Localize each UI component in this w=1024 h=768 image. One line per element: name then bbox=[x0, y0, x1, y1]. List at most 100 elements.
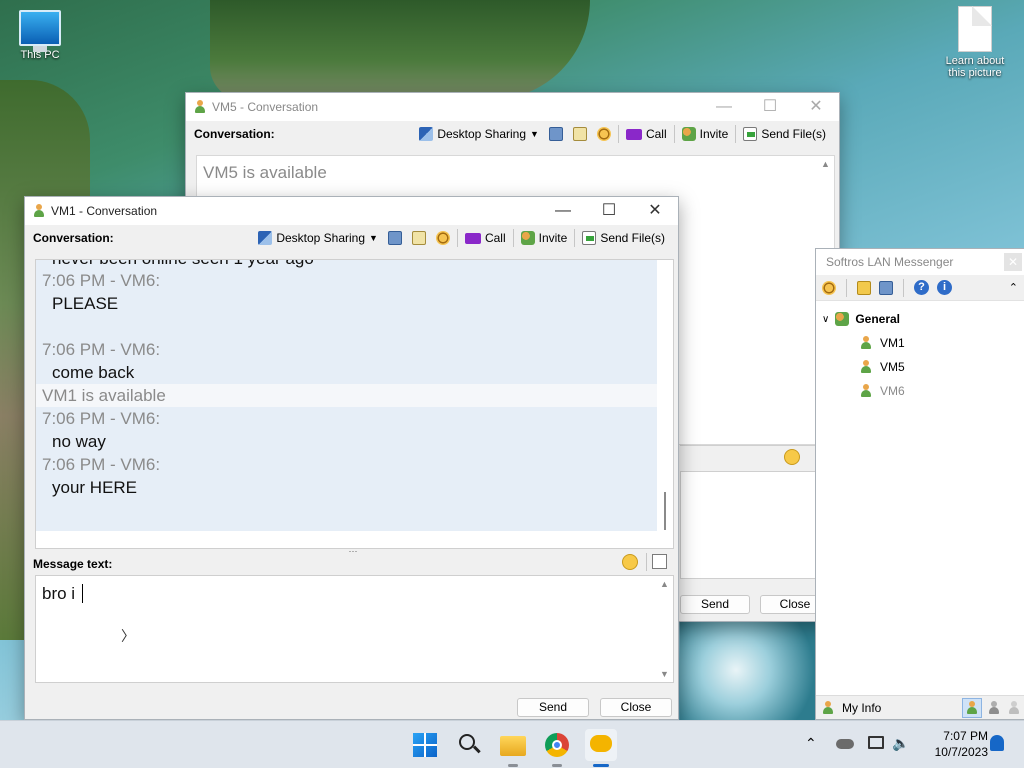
collapse-icon[interactable]: ⌃ bbox=[1009, 281, 1018, 294]
scrollbar[interactable] bbox=[657, 260, 673, 548]
toolbar-divider bbox=[673, 125, 675, 143]
volume-icon[interactable]: 🔈 bbox=[892, 735, 909, 752]
conversation-toolbar: Conversation: Desktop Sharing ▼ Call Invi… bbox=[186, 121, 839, 147]
call-button[interactable]: Call bbox=[621, 123, 672, 145]
file-icon bbox=[582, 231, 597, 245]
status-message: VM1 is available bbox=[36, 384, 659, 407]
invite-icon bbox=[520, 231, 535, 245]
history-button[interactable] bbox=[544, 123, 568, 145]
message-block: 7:06 PM - VM6: your HERE bbox=[36, 453, 659, 531]
message-input[interactable] bbox=[680, 471, 830, 579]
clock[interactable]: 7:07 PM 10/7/2023 bbox=[918, 728, 988, 760]
desktop-sharing-button[interactable]: Desktop Sharing ▼ bbox=[253, 227, 383, 249]
invite-button[interactable]: Invite bbox=[677, 123, 734, 145]
desktop-sharing-icon bbox=[419, 127, 434, 141]
maximize-button[interactable]: ☐ bbox=[586, 197, 632, 225]
conversation-history[interactable]: never been online seen 1 year ago 7:06 P… bbox=[35, 259, 674, 549]
message-block: 7:06 PM - VM6: come back bbox=[36, 338, 659, 384]
minimize-button[interactable]: — bbox=[540, 197, 586, 225]
clock-time: 7:07 PM bbox=[943, 729, 988, 743]
scroll-thumb[interactable] bbox=[664, 492, 666, 530]
my-info-button[interactable]: My Info bbox=[842, 701, 962, 715]
info-icon[interactable]: i bbox=[937, 280, 952, 295]
chevron-down-icon[interactable]: ∨ bbox=[822, 314, 829, 325]
help-icon[interactable]: ? bbox=[914, 280, 929, 295]
text-caret bbox=[81, 584, 83, 603]
gear-icon[interactable] bbox=[822, 280, 836, 295]
window-title: VM5 - Conversation bbox=[212, 100, 319, 114]
notes-button[interactable] bbox=[407, 227, 431, 249]
desktop-icon-learn-about-picture[interactable]: Learn about this picture bbox=[938, 6, 1012, 79]
notes-button[interactable] bbox=[568, 123, 592, 145]
contact-vm1[interactable]: VM1 bbox=[816, 331, 1024, 355]
desktop-sharing-button[interactable]: Desktop Sharing ▼ bbox=[414, 123, 544, 145]
chevron-down-icon: ▼ bbox=[369, 233, 378, 243]
message-input-text[interactable]: bro i bbox=[42, 584, 83, 604]
send-button[interactable]: Send bbox=[517, 698, 589, 717]
splitter-grip[interactable]: ⋯ bbox=[345, 547, 361, 556]
softros-messenger-button[interactable] bbox=[585, 729, 617, 767]
scroll-up-arrow[interactable]: ▲ bbox=[821, 159, 830, 169]
send-files-button[interactable]: Send File(s) bbox=[738, 123, 831, 145]
message-area-strip bbox=[680, 445, 830, 469]
status-offline-icon[interactable] bbox=[1004, 698, 1024, 718]
user-icon bbox=[1008, 700, 1020, 715]
message-text: never been online seen 1 year ago bbox=[36, 260, 659, 269]
contact-label: VM5 bbox=[880, 360, 905, 374]
status-available-icon[interactable] bbox=[962, 697, 982, 718]
contact-vm5[interactable]: VM5 bbox=[816, 355, 1024, 379]
contact-label: VM1 bbox=[880, 336, 905, 350]
message-text-label: Message text: bbox=[33, 557, 113, 571]
title-bar: VM1 - Conversation — ☐ ✕ bbox=[25, 197, 678, 225]
smiley-icon[interactable] bbox=[784, 449, 800, 465]
wallpaper-waves bbox=[680, 620, 820, 720]
conversation-label: Conversation: bbox=[194, 127, 275, 141]
desktop-icon-this-pc[interactable]: This PC bbox=[12, 10, 68, 61]
settings-button[interactable] bbox=[592, 123, 616, 145]
book-icon[interactable] bbox=[879, 280, 893, 295]
message-input[interactable]: bro i ▲ ▼ 〉 bbox=[35, 575, 674, 683]
scroll-up-arrow[interactable]: ▲ bbox=[660, 579, 669, 589]
message-header: 7:06 PM - VM6: bbox=[42, 340, 161, 359]
toolbar-divider bbox=[903, 278, 904, 297]
format-text-icon[interactable] bbox=[652, 554, 667, 569]
invite-button[interactable]: Invite bbox=[516, 227, 573, 249]
close-window-button[interactable]: ✕ bbox=[632, 197, 678, 225]
history-button[interactable] bbox=[383, 227, 407, 249]
notification-bell-icon[interactable] bbox=[990, 735, 1004, 751]
contact-list: ∨ General VM1 VM5 VM6 bbox=[816, 301, 1024, 695]
network-icon[interactable] bbox=[868, 736, 884, 749]
close-button[interactable]: Close bbox=[600, 698, 672, 717]
chrome-button[interactable] bbox=[541, 729, 573, 767]
toolbar-divider bbox=[846, 278, 847, 297]
onedrive-icon[interactable] bbox=[836, 739, 854, 749]
smiley-icon[interactable] bbox=[622, 554, 638, 570]
user-icon bbox=[860, 360, 872, 374]
chevron-up-icon[interactable]: ⌃ bbox=[805, 735, 817, 752]
maximize-button[interactable]: ☐ bbox=[747, 93, 793, 121]
send-files-button[interactable]: Send File(s) bbox=[577, 227, 670, 249]
start-button[interactable] bbox=[409, 729, 441, 761]
group-general[interactable]: ∨ General bbox=[816, 307, 1024, 331]
settings-button[interactable] bbox=[431, 227, 455, 249]
search-button[interactable] bbox=[453, 729, 485, 761]
toolbar-divider bbox=[617, 125, 619, 143]
messenger-toolbar: ? i ⌃ bbox=[816, 275, 1024, 301]
clock-date: 10/7/2023 bbox=[934, 745, 988, 759]
toolbar-divider bbox=[646, 553, 647, 571]
status-busy-icon[interactable] bbox=[984, 698, 1004, 718]
scrollbar[interactable]: ▲ ▼ bbox=[657, 576, 673, 682]
close-window-button[interactable]: ✕ bbox=[793, 93, 839, 121]
call-button[interactable]: Call bbox=[460, 227, 511, 249]
scroll-down-arrow[interactable]: ▼ bbox=[660, 669, 669, 679]
file-explorer-button[interactable] bbox=[497, 729, 529, 767]
close-window-button[interactable]: ✕ bbox=[1004, 253, 1022, 271]
folder-icon[interactable] bbox=[857, 280, 871, 295]
send-button[interactable]: Send bbox=[680, 595, 750, 614]
gear-icon bbox=[435, 231, 450, 245]
minimize-button[interactable]: — bbox=[701, 93, 747, 121]
contact-vm6[interactable]: VM6 bbox=[816, 379, 1024, 403]
message-text: your HERE bbox=[52, 478, 138, 497]
